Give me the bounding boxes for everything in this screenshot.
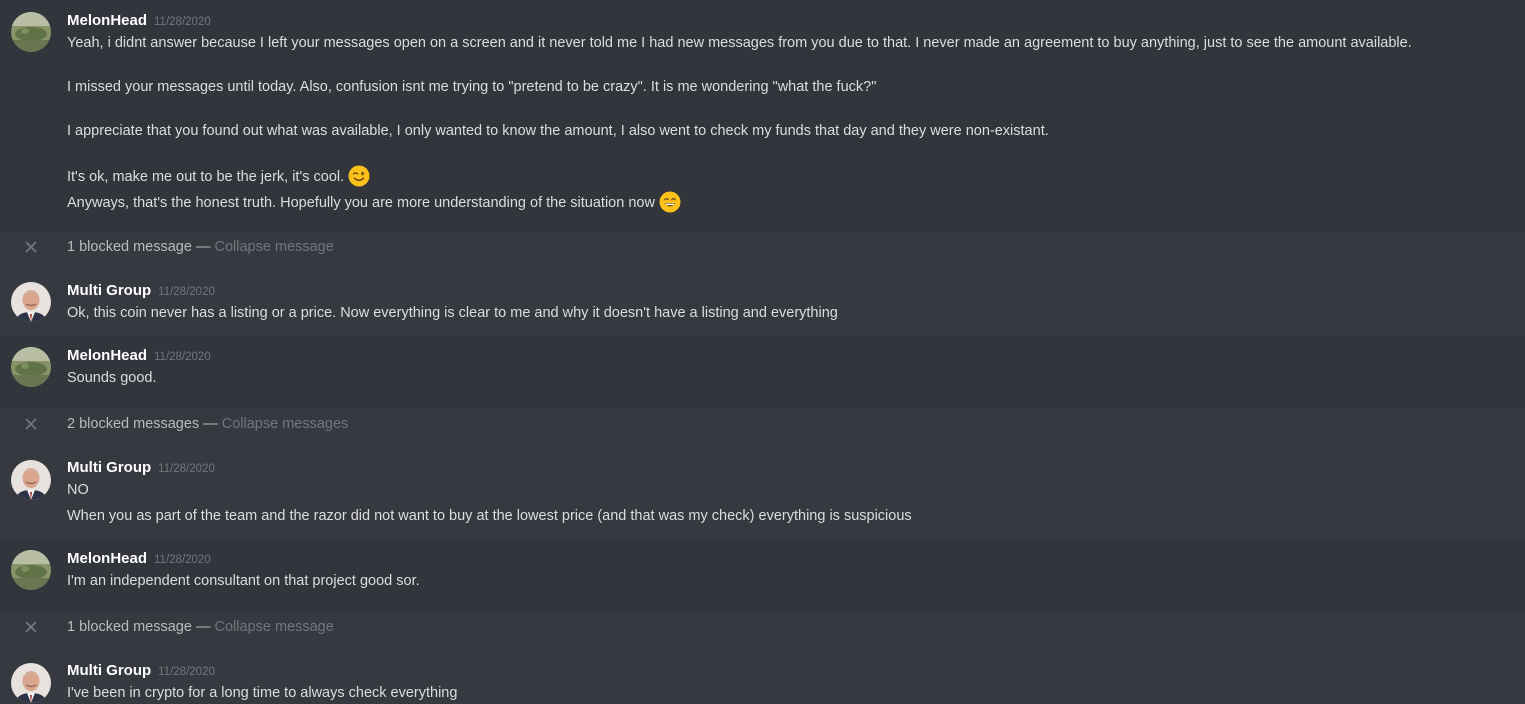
message-text: Anyways, that's the honest truth. Hopefu…: [67, 195, 655, 211]
message-text: I missed your messages until today. Also…: [67, 79, 877, 95]
man-avatar-icon: [11, 663, 51, 703]
message-header: Multi Group 11/28/2020: [67, 661, 215, 682]
message-group: MelonHead 11/28/2020 Yeah, i didnt answer…: [0, 0, 1525, 232]
collapse-link[interactable]: Collapse message: [215, 619, 334, 635]
grin-emoji-icon[interactable]: [659, 191, 681, 213]
message-timestamp: 11/28/2020: [154, 351, 211, 363]
message-group: Multi Group 11/28/2020 Ok, this coin neve…: [0, 270, 1525, 326]
frog-avatar-icon: [11, 347, 51, 387]
close-icon[interactable]: [22, 238, 40, 256]
collapse-link[interactable]: Collapse message: [215, 239, 334, 255]
message-header: Multi Group 11/28/2020: [67, 281, 215, 302]
message-text: NO: [67, 482, 89, 498]
message-timestamp: 11/28/2020: [158, 666, 215, 678]
message-timestamp: 11/28/2020: [154, 554, 211, 566]
frog-avatar-icon: [11, 550, 51, 590]
wink-emoji-icon[interactable]: [348, 165, 370, 187]
message-line: Anyways, that's the honest truth. Hopefu…: [67, 191, 681, 213]
close-icon[interactable]: [22, 415, 40, 433]
user-avatar-melonhead[interactable]: [11, 347, 51, 387]
author-name[interactable]: MelonHead: [67, 550, 147, 567]
message-header: MelonHead 11/28/2020: [67, 11, 211, 32]
blocked-count: 2 blocked messages: [67, 416, 200, 432]
blocked-messages-bar: 1 blocked message — Collapse message: [0, 612, 1525, 642]
blocked-messages-bar: 1 blocked message — Collapse message: [0, 232, 1525, 262]
author-name[interactable]: MelonHead: [67, 12, 147, 29]
blocked-count: 1 blocked message: [67, 239, 192, 255]
message-group: MelonHead 11/28/2020 Sounds good.: [0, 335, 1525, 409]
blocked-messages-bar: 2 blocked messages — Collapse messages: [0, 409, 1525, 439]
user-avatar-multi-group[interactable]: [11, 460, 51, 500]
author-name[interactable]: Multi Group: [67, 459, 151, 476]
message-header: Multi Group 11/28/2020: [67, 458, 215, 479]
blocked-count: 1 blocked message: [67, 619, 192, 635]
frog-avatar-icon: [11, 12, 51, 52]
user-avatar-multi-group[interactable]: [11, 663, 51, 703]
message-text: Yeah, i didnt answer because I left your…: [67, 35, 1412, 51]
message-timestamp: 11/28/2020: [158, 286, 215, 298]
message-text: When you as part of the team and the raz…: [67, 508, 912, 524]
man-avatar-icon: [11, 282, 51, 322]
blocked-messages-text: 1 blocked message — Collapse message: [67, 617, 334, 637]
blocked-messages-text: 2 blocked messages — Collapse messages: [67, 414, 348, 434]
message-text: I'm an independent consultant on that pr…: [67, 573, 420, 589]
message-text: I've been in crypto for a long time to a…: [67, 685, 458, 701]
separator: —: [195, 239, 211, 255]
user-avatar-melonhead[interactable]: [11, 12, 51, 52]
author-name[interactable]: Multi Group: [67, 282, 151, 299]
separator: —: [195, 619, 211, 635]
man-avatar-icon: [11, 460, 51, 500]
message-group: Multi Group 11/28/2020 NO When you as par…: [0, 447, 1525, 529]
message-text: Sounds good.: [67, 370, 157, 386]
chat-messages: MelonHead 11/28/2020 Yeah, i didnt answer…: [0, 0, 1525, 704]
message-text: Ok, this coin never has a listing or a p…: [67, 305, 838, 321]
blocked-messages-text: 1 blocked message — Collapse message: [67, 237, 334, 257]
author-name[interactable]: MelonHead: [67, 347, 147, 364]
message-header: MelonHead 11/28/2020: [67, 346, 211, 367]
user-avatar-multi-group[interactable]: [11, 282, 51, 322]
collapse-link[interactable]: Collapse messages: [222, 416, 349, 432]
message-group: Multi Group 11/28/2020 I've been in crypt…: [0, 650, 1525, 704]
message-group: MelonHead 11/28/2020 I'm an independent c…: [0, 538, 1525, 612]
message-line: It's ok, make me out to be the jerk, it'…: [67, 165, 370, 187]
message-text: It's ok, make me out to be the jerk, it'…: [67, 169, 345, 185]
separator: —: [203, 416, 218, 432]
message-timestamp: 11/28/2020: [154, 16, 211, 28]
author-name[interactable]: Multi Group: [67, 662, 151, 679]
close-icon[interactable]: [22, 618, 40, 636]
user-avatar-melonhead[interactable]: [11, 550, 51, 590]
message-text: I appreciate that you found out what was…: [67, 123, 1049, 139]
message-timestamp: 11/28/2020: [158, 463, 215, 475]
message-header: MelonHead 11/28/2020: [67, 549, 211, 570]
